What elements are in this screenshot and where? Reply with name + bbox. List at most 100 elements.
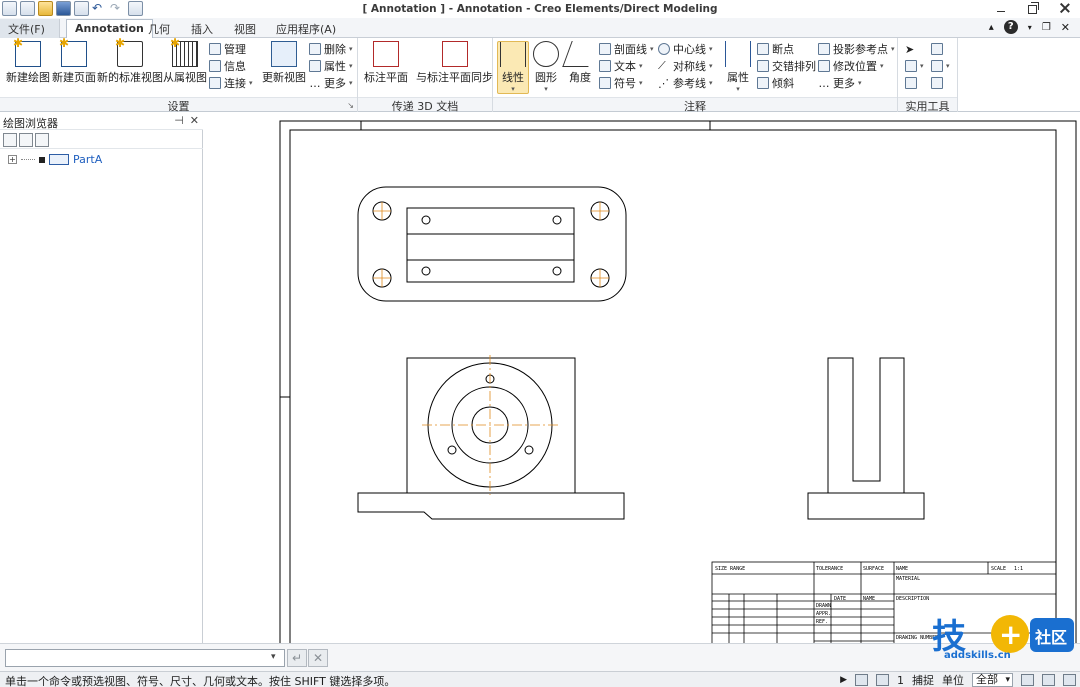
minimize-ribbon-icon[interactable]: ▴ [989, 22, 994, 33]
group-utilities-label: 实用工具 [898, 97, 957, 113]
annotation-properties-button[interactable]: 属性 ▾ [725, 41, 751, 93]
text-icon [599, 60, 611, 72]
tab-applications[interactable]: 应用程序(A) [268, 19, 344, 38]
annotation-plane-button[interactable]: 标注平面 [364, 41, 408, 85]
drawing-browser: 绘图浏览器 ⊣ ✕ + PartA [0, 113, 203, 643]
select-mode-icon[interactable] [876, 674, 889, 686]
staggered-button[interactable]: 交错排列 [757, 58, 816, 74]
angle-button[interactable]: 角度 [562, 41, 598, 85]
command-history-dropdown-icon[interactable]: ▾ [271, 652, 276, 662]
modify-position-button[interactable]: 修改位置 ▾ [818, 58, 884, 74]
break-point-button[interactable]: 断点 [757, 41, 794, 57]
units-button[interactable]: 单位 [942, 672, 964, 687]
watermark-badge: 社区 [1034, 628, 1067, 647]
top-view[interactable] [357, 186, 627, 302]
status-tool-1-icon[interactable] [1021, 674, 1034, 686]
manage-button[interactable]: 管理 [209, 41, 246, 57]
sheet-inner-frame [289, 129, 1057, 643]
connect-button[interactable]: 连接 ▾ [209, 75, 253, 91]
pin-icon[interactable]: ⊣ [174, 114, 184, 127]
symmetry-line-button[interactable]: ⟋ 对称线 ▾ [658, 58, 713, 74]
tab-insert[interactable]: 插入 [183, 19, 221, 38]
copy-view-icon[interactable] [35, 133, 49, 147]
new-drawing-button[interactable]: 新建绘图 [6, 36, 50, 85]
table-icon[interactable] [931, 75, 943, 91]
window-restore-icon[interactable]: ❐ [1042, 22, 1051, 33]
from-view-button[interactable]: 从属视图 [163, 36, 207, 85]
status-tool-3-icon[interactable] [1063, 674, 1076, 686]
command-cancel-button[interactable]: ✕ [308, 649, 328, 667]
tb-scale: SCALE [991, 566, 1006, 572]
tab-file[interactable]: 文件(F) [0, 19, 60, 38]
select-cursor-icon[interactable]: ➤ [905, 41, 914, 57]
symbol-button[interactable]: 符号 ▾ [599, 75, 643, 91]
from-view-icon [170, 36, 198, 67]
delete-button[interactable]: 删除 ▾ [309, 41, 353, 57]
help-icon[interactable]: ? [1003, 20, 1018, 34]
circle-button[interactable]: 圆形 ▾ [533, 41, 559, 93]
view-icon[interactable] [855, 674, 868, 686]
tilt-button[interactable]: 倾斜 [757, 75, 794, 91]
help-dropdown-icon[interactable]: ▾ [1028, 23, 1032, 32]
sync-annotation-plane-button[interactable]: 与标注平面同步 [416, 41, 493, 85]
grid-tool-icon[interactable]: ▾ [931, 58, 950, 74]
command-input[interactable] [5, 649, 285, 667]
line-style-button[interactable]: 线性 ▾ [497, 41, 529, 94]
tab-view[interactable]: 视图 [226, 19, 264, 38]
draw-tool-icon[interactable]: ▾ [905, 58, 924, 74]
dialog-launcher-icon[interactable]: ↘ [347, 101, 354, 110]
hatch-button[interactable]: 剖面线 ▾ [599, 41, 654, 57]
center-line-button[interactable]: 中心线 ▾ [658, 41, 713, 57]
status-bar: 单击一个命令或预选视图、符号、尺寸、几何或文本。按住 SHIFT 键选择多项。 … [0, 671, 1080, 687]
tree-item-label: PartA [73, 153, 103, 166]
restore-icon[interactable] [1026, 1, 1040, 15]
selection-count: 1 [897, 673, 904, 687]
command-execute-button[interactable]: ↵ [287, 649, 307, 667]
drawing-canvas[interactable]: SIZE RANGE TOLERANCE SURFACE NAME SCALE … [204, 113, 1080, 643]
projected-reference-point-button[interactable]: 投影参考点 ▾ [818, 41, 895, 57]
tree-view-icon[interactable] [3, 133, 17, 147]
ribbon: 新建绘图 新建页面 新的标准视图 从属视图 管理 信息 连接▾ 更新视图 删除▾ [0, 36, 1080, 113]
update-view-button[interactable]: 更新视图 [262, 41, 306, 85]
new-standard-view-button[interactable]: 新的标准视图 [97, 36, 163, 85]
expand-icon[interactable]: + [8, 155, 17, 164]
symmetry-line-icon: ⟋ [658, 59, 666, 72]
info-button[interactable]: 信息 [209, 58, 246, 74]
setup-more-button[interactable]: … 更多 ▾ [309, 75, 353, 91]
tb-ref: REF. [816, 619, 828, 625]
annotation-more-button[interactable]: … 更多 ▾ [818, 75, 862, 91]
pane-close-icon[interactable]: ✕ [190, 114, 199, 127]
window-close-icon[interactable]: ✕ [1061, 21, 1070, 34]
play-icon[interactable]: ▶ [840, 675, 847, 685]
angle-icon [562, 41, 598, 67]
circle-dimension-icon [533, 41, 559, 67]
new-page-icon [59, 36, 87, 67]
text-button[interactable]: 文本 ▾ [599, 58, 643, 74]
filter-select[interactable]: 全部 [972, 673, 1013, 687]
side-view[interactable] [807, 357, 925, 520]
status-tool-2-icon[interactable] [1042, 674, 1055, 686]
measure-icon[interactable] [931, 41, 943, 57]
group-annotation: 线性 ▾ 圆形 ▾ 角度 剖面线 ▾ 文本 ▾ 符号 ▾ 中心线 ▾ ⟋ 对称线 ▾ ⋰ 参考… [493, 38, 898, 113]
setup-properties-button[interactable]: 属性 ▾ [309, 58, 353, 74]
snap-toggle[interactable]: 捕捉 [912, 672, 934, 687]
more-dots-icon: … [309, 76, 321, 90]
minimize-icon[interactable] [994, 1, 1008, 15]
browser-toolbar [0, 131, 203, 149]
tb-description: DESCRIPTION [896, 596, 929, 602]
info-icon [209, 60, 221, 72]
filter-icon[interactable] [19, 133, 33, 147]
drawing-sheet: SIZE RANGE TOLERANCE SURFACE NAME SCALE … [279, 120, 1077, 643]
linear-dimension-icon [500, 42, 526, 67]
close-icon[interactable] [1058, 1, 1072, 15]
tree-item-parta[interactable]: + PartA [8, 153, 102, 166]
group-setup-label: 设置 [0, 97, 357, 113]
update-view-icon [271, 41, 297, 67]
new-page-button[interactable]: 新建页面 [52, 36, 96, 85]
properties-icon [309, 60, 321, 72]
front-view[interactable] [357, 357, 625, 520]
reference-line-button[interactable]: ⋰ 参考线 ▾ [658, 75, 713, 91]
layer-icon[interactable] [905, 75, 917, 91]
watermark-logo: 技 + 社区 addskills.cn [930, 610, 1078, 668]
tb-tolerance: TOLERANCE [816, 566, 843, 572]
